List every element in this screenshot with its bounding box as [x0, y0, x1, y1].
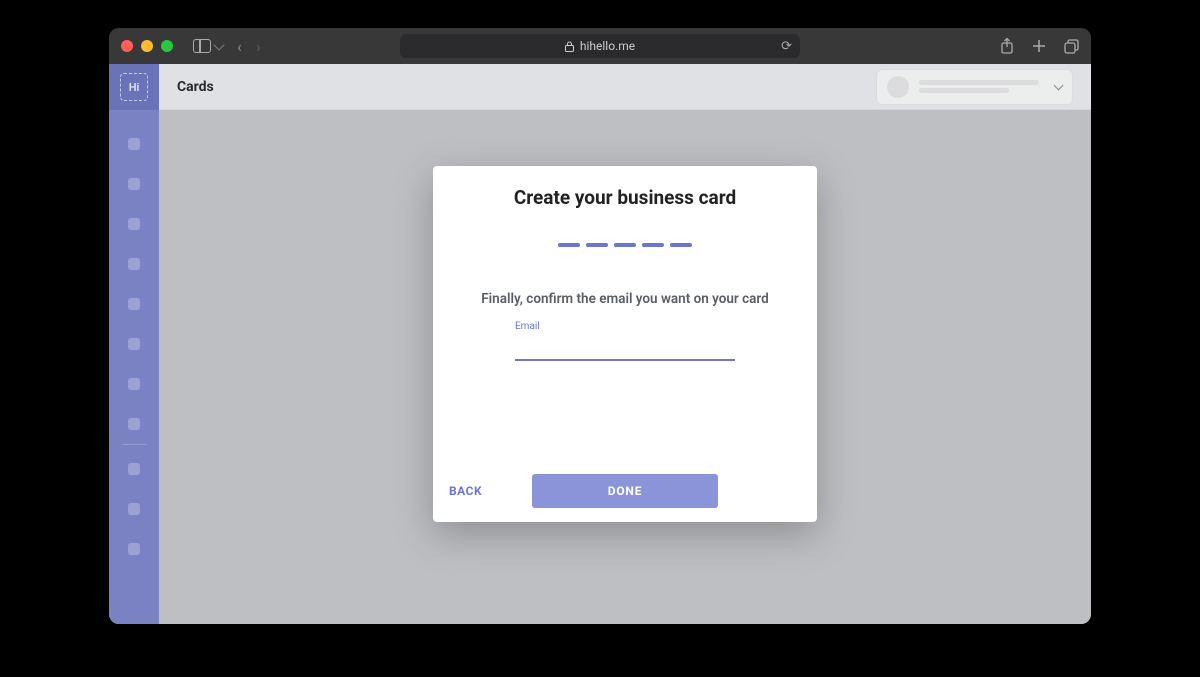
new-tab-icon[interactable] — [1032, 39, 1046, 53]
email-field-wrap: Email — [515, 333, 735, 361]
user-info-placeholder — [919, 80, 1039, 93]
step-2 — [586, 243, 608, 247]
chevron-down-icon — [1054, 80, 1064, 90]
logo-frame: Hi — [120, 73, 148, 101]
url-bar[interactable]: hihello.me ⟳ — [400, 34, 800, 58]
sidebar-divider — [122, 444, 146, 445]
page-body: Create your business card Finally, confi… — [159, 110, 1091, 624]
chevron-down-icon — [213, 39, 224, 50]
sidebar-item-3[interactable] — [128, 218, 140, 230]
app-content: Hi Cards — [109, 64, 1091, 624]
forward-nav-button[interactable]: › — [256, 37, 261, 56]
sidebar-items — [128, 138, 140, 430]
sidebar-item-5[interactable] — [128, 298, 140, 310]
minimize-window-button[interactable] — [141, 40, 153, 52]
back-button[interactable]: BACK — [445, 476, 486, 506]
sidebar-item-2[interactable] — [128, 178, 140, 190]
email-field-label: Email — [515, 321, 540, 332]
done-button[interactable]: DONE — [532, 474, 718, 508]
modal-footer: BACK DONE — [445, 476, 805, 508]
browser-window: ‹ › hihello.me ⟳ Hi — [109, 28, 1091, 624]
tabs-icon[interactable] — [1064, 39, 1079, 54]
lock-icon — [565, 41, 574, 52]
step-indicator — [445, 243, 805, 247]
sidebar-item-4[interactable] — [128, 258, 140, 270]
step-1 — [558, 243, 580, 247]
sidebar-item-8[interactable] — [128, 418, 140, 430]
sidebar-item-11[interactable] — [128, 543, 140, 555]
sidebar-icon — [193, 39, 211, 53]
titlebar-left-controls: ‹ › — [193, 37, 261, 56]
step-5 — [670, 243, 692, 247]
step-4 — [642, 243, 664, 247]
topbar: Cards — [159, 64, 1091, 110]
avatar — [887, 76, 909, 98]
share-icon[interactable] — [1000, 38, 1014, 54]
sidebar-item-6[interactable] — [128, 338, 140, 350]
step-3 — [614, 243, 636, 247]
maximize-window-button[interactable] — [161, 40, 173, 52]
sidebar: Hi — [109, 64, 159, 624]
sidebar-item-7[interactable] — [128, 378, 140, 390]
main-area: Cards Create your business card — [159, 64, 1091, 624]
url-text: hihello.me — [580, 39, 635, 53]
page-title: Cards — [177, 79, 214, 95]
sidebar-items-bottom — [128, 463, 140, 555]
close-window-button[interactable] — [121, 40, 133, 52]
window-controls — [121, 40, 173, 52]
reload-icon[interactable]: ⟳ — [781, 39, 792, 54]
sidebar-item-1[interactable] — [128, 138, 140, 150]
sidebar-item-10[interactable] — [128, 503, 140, 515]
modal-prompt: Finally, confirm the email you want on y… — [445, 291, 805, 307]
user-menu[interactable] — [876, 69, 1073, 105]
modal-overlay: Create your business card Finally, confi… — [159, 110, 1091, 624]
back-nav-button[interactable]: ‹ — [237, 37, 242, 56]
logo[interactable]: Hi — [109, 64, 159, 110]
browser-titlebar: ‹ › hihello.me ⟳ — [109, 28, 1091, 64]
sidebar-item-9[interactable] — [128, 463, 140, 475]
sidebar-toggle-button[interactable] — [193, 39, 223, 53]
modal-title: Create your business card — [445, 186, 805, 209]
titlebar-right-controls — [1000, 38, 1079, 54]
logo-text: Hi — [129, 81, 140, 94]
create-card-modal: Create your business card Finally, confi… — [433, 166, 817, 522]
email-field[interactable] — [515, 333, 735, 361]
